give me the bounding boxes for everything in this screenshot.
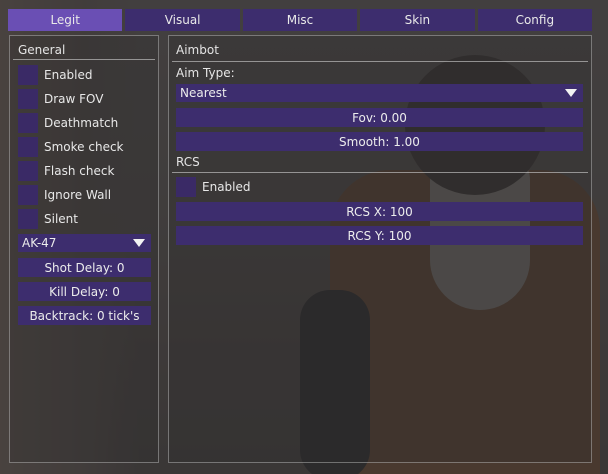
cheat-menu-window: Legit Visual Misc Skin Config General En… (0, 0, 608, 474)
checkbox-enabled[interactable] (18, 65, 38, 85)
checkbox-label: Draw FOV (44, 92, 104, 106)
aim-type-value: Nearest (180, 86, 227, 100)
general-divider (13, 59, 155, 60)
chevron-down-icon (565, 89, 577, 97)
general-panel: General Enabled Draw FOV Deathmatch Smok… (9, 35, 159, 463)
checkbox-row-silent[interactable]: Silent (18, 209, 78, 229)
checkbox-smoke-check[interactable] (18, 137, 38, 157)
rcs-divider (172, 172, 588, 173)
general-title: General (18, 43, 66, 57)
checkbox-rcs-enabled[interactable] (176, 177, 196, 197)
checkbox-row-rcs-enabled[interactable]: Enabled (176, 177, 251, 197)
checkbox-label: Flash check (44, 164, 115, 178)
weapon-select[interactable]: AK-47 (18, 234, 151, 252)
chevron-down-icon (133, 239, 145, 247)
tab-misc[interactable]: Misc (242, 9, 358, 31)
checkbox-deathmatch[interactable] (18, 113, 38, 133)
aimbot-panel: Aimbot Aim Type: Nearest Fov: 0.00 Smoot… (168, 35, 592, 463)
aim-type-select[interactable]: Nearest (176, 84, 583, 102)
checkbox-row-enabled[interactable]: Enabled (18, 65, 93, 85)
checkbox-label: Enabled (44, 68, 93, 82)
checkbox-row-draw-fov[interactable]: Draw FOV (18, 89, 104, 109)
checkbox-label: Smoke check (44, 140, 124, 154)
checkbox-row-smoke-check[interactable]: Smoke check (18, 137, 124, 157)
checkbox-label: Deathmatch (44, 116, 119, 130)
checkbox-row-flash-check[interactable]: Flash check (18, 161, 114, 181)
checkbox-label: Enabled (202, 180, 251, 194)
rcs-x-slider[interactable]: RCS X: 100 (176, 202, 583, 221)
tab-visual[interactable]: Visual (125, 9, 240, 31)
rcs-title: RCS (176, 155, 200, 169)
shot-delay-slider[interactable]: Shot Delay: 0 (18, 258, 151, 277)
aimbot-title: Aimbot (176, 43, 219, 57)
backtrack-slider[interactable]: Backtrack: 0 tick's (18, 306, 151, 325)
tab-legit[interactable]: Legit (8, 9, 123, 31)
tab-config[interactable]: Config (477, 9, 593, 31)
weapon-select-value: AK-47 (22, 236, 57, 250)
checkbox-label: Ignore Wall (44, 188, 112, 202)
aim-type-label: Aim Type: (176, 66, 235, 80)
smooth-slider[interactable]: Smooth: 1.00 (176, 132, 583, 151)
fov-slider[interactable]: Fov: 0.00 (176, 108, 583, 127)
tab-bar: Legit Visual Misc Skin Config (8, 9, 593, 31)
aimbot-divider (172, 61, 588, 62)
rcs-y-slider[interactable]: RCS Y: 100 (176, 226, 583, 245)
checkbox-flash-check[interactable] (18, 161, 38, 181)
checkbox-label: Silent (44, 212, 78, 226)
tab-skin[interactable]: Skin (360, 9, 475, 31)
checkbox-row-deathmatch[interactable]: Deathmatch (18, 113, 118, 133)
kill-delay-slider[interactable]: Kill Delay: 0 (18, 282, 151, 301)
checkbox-draw-fov[interactable] (18, 89, 38, 109)
checkbox-row-ignore-wall[interactable]: Ignore Wall (18, 185, 111, 205)
checkbox-silent[interactable] (18, 209, 38, 229)
checkbox-ignore-wall[interactable] (18, 185, 38, 205)
